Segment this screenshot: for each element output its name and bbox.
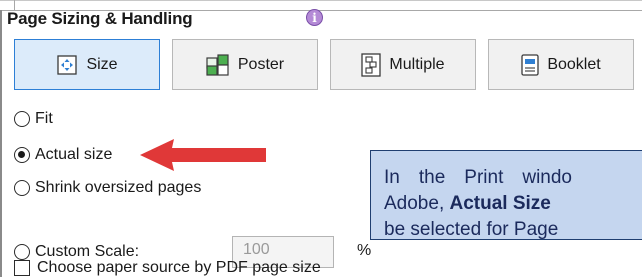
- poster-button[interactable]: Poster: [172, 39, 318, 90]
- red-arrow-annotation: [140, 139, 266, 171]
- multiple-button-label: Multiple: [389, 55, 445, 73]
- booklet-button[interactable]: Booklet: [488, 39, 634, 90]
- callout-word: windo: [522, 167, 573, 188]
- paper-source-checkbox[interactable]: [14, 260, 30, 276]
- percent-unit: %: [357, 242, 372, 259]
- callout-bold-actual-size: Actual Size: [449, 193, 551, 214]
- actual-size-label: Actual size: [35, 146, 113, 163]
- booklet-button-label: Booklet: [547, 55, 601, 73]
- callout-line-2-prefix: Adobe,: [384, 193, 450, 214]
- multiple-button[interactable]: Multiple: [330, 39, 476, 90]
- callout-word: In: [384, 167, 400, 188]
- multiple-icon: [361, 52, 382, 77]
- option-fit[interactable]: Fit: [14, 110, 53, 128]
- instruction-callout: In the Print windo Adobe, Actual Size be…: [370, 150, 642, 240]
- callout-word: Print: [464, 167, 504, 188]
- top-divider: [0, 0, 642, 1]
- option-shrink-oversized[interactable]: Shrink oversized pages: [14, 179, 201, 197]
- callout-line-1: In the Print windo: [384, 165, 642, 191]
- option-actual-size[interactable]: Actual size: [14, 146, 112, 164]
- booklet-icon: [521, 53, 539, 76]
- fit-label: Fit: [35, 110, 53, 127]
- paper-source-option[interactable]: Choose paper source by PDF page size: [14, 259, 321, 277]
- page-sizing-title: Page Sizing & Handling: [7, 9, 193, 28]
- paper-source-label: Choose paper source by PDF page size: [37, 259, 321, 276]
- size-button[interactable]: Size: [14, 39, 160, 90]
- callout-word: the: [418, 167, 446, 188]
- poster-icon: [206, 53, 229, 76]
- group-border-left: [0, 10, 2, 277]
- size-button-label: Size: [86, 55, 118, 73]
- custom-scale-radio[interactable]: [14, 244, 30, 260]
- fit-radio[interactable]: [14, 111, 30, 127]
- shrink-oversized-label: Shrink oversized pages: [35, 179, 202, 196]
- shrink-oversized-radio[interactable]: [14, 180, 30, 196]
- callout-line-2: Adobe, Actual Size: [384, 191, 642, 217]
- poster-button-label: Poster: [237, 55, 285, 73]
- size-icon: [57, 54, 78, 75]
- actual-size-radio[interactable]: [14, 147, 30, 163]
- info-icon[interactable]: i: [306, 9, 323, 26]
- callout-line-3: be selected for Page: [384, 219, 559, 240]
